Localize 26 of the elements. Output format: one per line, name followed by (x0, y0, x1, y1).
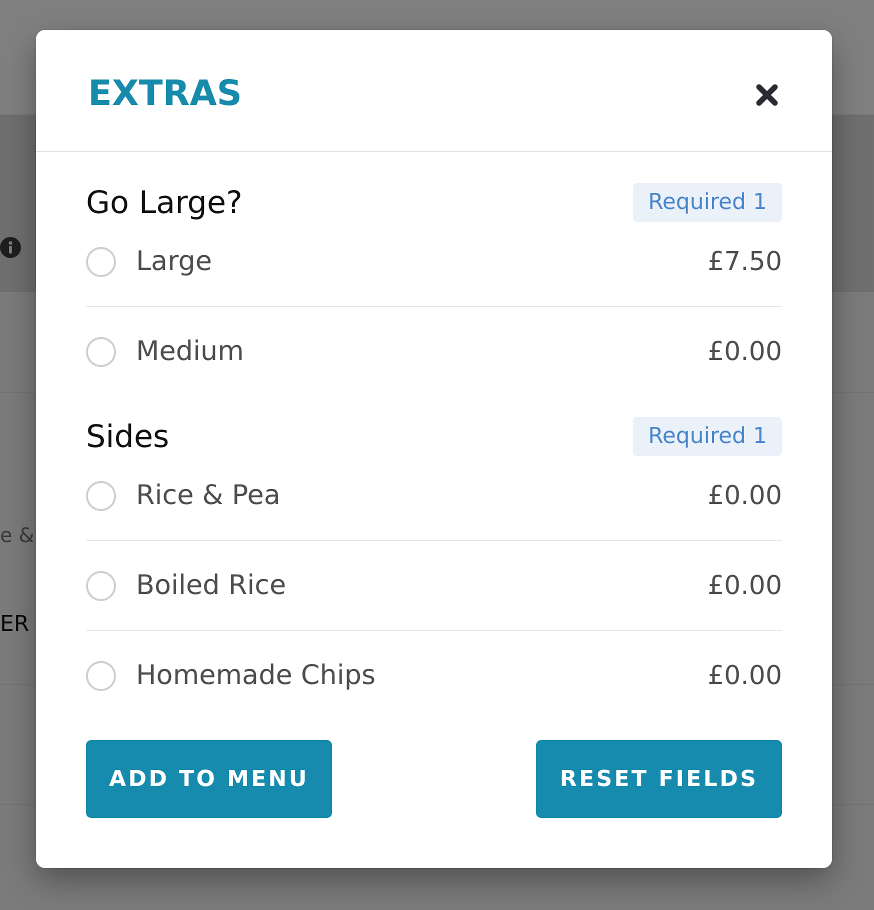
reset-fields-button[interactable]: RESET FIELDS (536, 740, 782, 818)
option-label: Large (136, 246, 213, 278)
group-title: Sides (86, 418, 170, 456)
required-badge: Required 1 (633, 417, 782, 456)
item-description: e & (0, 523, 34, 547)
radio-button[interactable] (86, 246, 116, 276)
option-price: £0.00 (708, 570, 782, 602)
radio-button[interactable] (86, 660, 116, 690)
option-label: Medium (136, 336, 245, 368)
add-to-menu-button[interactable]: ADD TO MENU (86, 740, 332, 818)
option-price: £0.00 (708, 660, 782, 692)
option-label: Homemade Chips (136, 660, 377, 692)
close-icon (756, 84, 778, 106)
close-button[interactable] (756, 84, 778, 106)
item-name: ER (0, 613, 30, 637)
radio-button[interactable] (86, 570, 116, 600)
option-label: Boiled Rice (136, 570, 288, 602)
radio-button[interactable] (86, 336, 116, 366)
option-price: £7.50 (708, 246, 782, 278)
option-price: £0.00 (708, 480, 782, 512)
required-badge: Required 1 (633, 183, 782, 222)
group-title: Go Large? (86, 184, 243, 222)
option-label: Rice & Pea (136, 480, 282, 512)
modal-title: EXTRAS (88, 75, 242, 114)
option-price: £0.00 (708, 336, 782, 368)
radio-button[interactable] (86, 480, 116, 510)
